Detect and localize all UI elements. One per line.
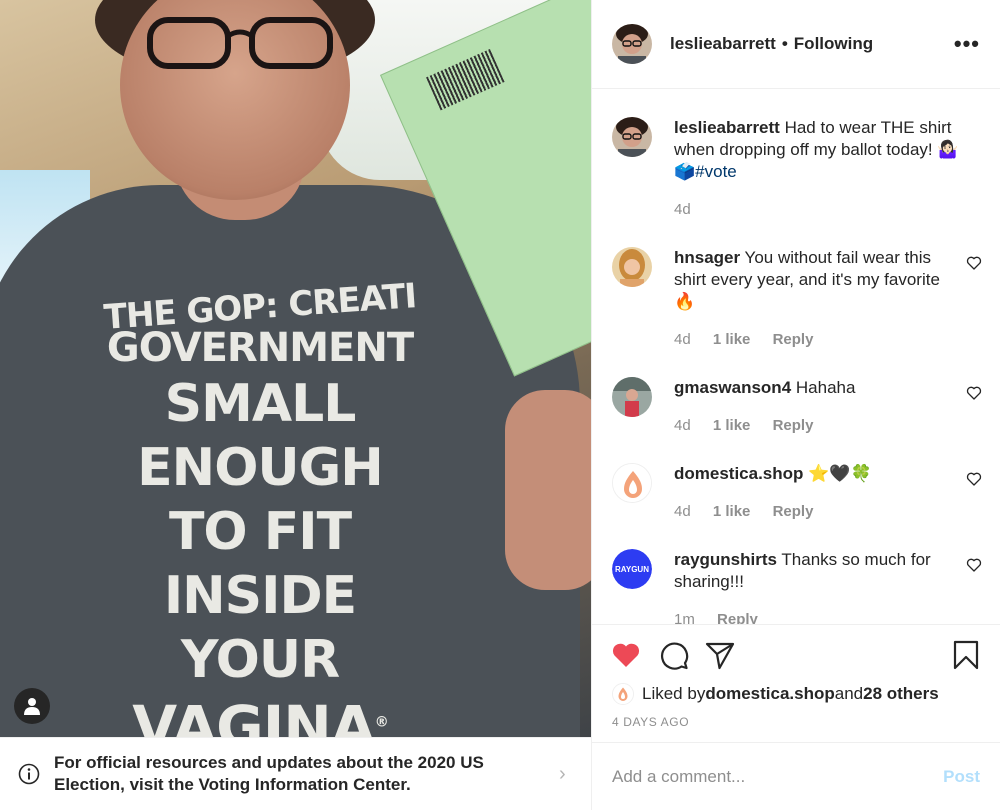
separator-dot: • (781, 34, 788, 53)
add-comment-bar: Post (592, 742, 1000, 810)
comment-username[interactable]: gmaswanson4 (674, 378, 791, 397)
hashtag-link[interactable]: #vote (695, 162, 737, 181)
caption: leslieabarrett Had to wear THE shirt whe… (612, 117, 982, 227)
comment-input[interactable] (612, 766, 944, 787)
reply-button[interactable]: Reply (773, 503, 814, 520)
shirt-line: SMALL (164, 374, 357, 434)
comment-text: domestica.shop ⭐️🖤🍀 (674, 463, 959, 485)
post-header: leslieabarrett • Following ••• (592, 0, 1000, 89)
follow-button[interactable]: Following (794, 34, 873, 54)
more-icon[interactable]: ••• (954, 31, 980, 57)
user-tag-icon[interactable] (14, 688, 50, 724)
shirt-line: INSIDE (163, 566, 357, 626)
arm (505, 390, 591, 590)
shirt-line: VAGINA® (60, 698, 460, 737)
shirt-line: TO FIT (168, 502, 352, 562)
comment-heart-icon[interactable] (966, 557, 982, 573)
chevron-right-icon: › (559, 762, 566, 785)
caption-username[interactable]: leslieabarrett (674, 118, 780, 137)
comment-time[interactable]: 4d (674, 331, 691, 348)
comment-item: domestica.shop ⭐️🖤🍀 4d 1 like Reply (612, 463, 982, 523)
comment-text: hnsager You without fail wear this shirt… (674, 247, 959, 313)
commenter-avatar[interactable] (612, 463, 652, 503)
comment-username[interactable]: domestica.shop (674, 464, 803, 483)
likes-middle: and (834, 684, 864, 703)
post-side-panel: leslieabarrett • Following ••• leslieaba… (591, 0, 1000, 810)
comment-meta: 4d 1 like Reply (674, 331, 831, 348)
reply-button[interactable]: Reply (717, 611, 758, 624)
comment-heart-icon[interactable] (966, 471, 982, 487)
comment-text: raygunshirts Thanks so much for sharing!… (674, 549, 959, 593)
comment-time[interactable]: 4d (674, 417, 691, 434)
heart-icon[interactable] (610, 639, 642, 671)
comment-icon[interactable] (658, 639, 690, 671)
comment-item: hnsager You without fail wear this shirt… (612, 247, 982, 348)
likes-others[interactable]: 28 others (863, 684, 939, 704)
reply-button[interactable]: Reply (773, 331, 814, 348)
comment-likes[interactable]: 1 like (713, 503, 751, 520)
glasses (147, 17, 333, 69)
comments-list[interactable]: leslieabarrett Had to wear THE shirt whe… (592, 90, 1000, 624)
envelope-barcode (425, 49, 505, 111)
shirt-line: YOUR (180, 630, 340, 690)
author-avatar[interactable] (612, 24, 652, 64)
commenter-avatar[interactable] (612, 247, 652, 287)
shirt-line-text: VAGINA (132, 693, 375, 737)
commenter-avatar[interactable] (612, 377, 652, 417)
likes-summary[interactable]: Liked by domestica.shop and 28 others (612, 683, 939, 705)
comment-item: gmaswanson4 Hahaha 4d 1 like Reply (612, 377, 982, 437)
info-icon (18, 763, 40, 785)
caption-time[interactable]: 4d (674, 201, 691, 218)
comment-heart-icon[interactable] (966, 255, 982, 271)
post-comment-button[interactable]: Post (943, 767, 980, 787)
author-username[interactable]: leslieabarrett (670, 34, 776, 54)
post-photo[interactable]: THE GOP: CREATI GOVERNMENT SMALL ENOUGH … (0, 0, 591, 737)
caption-meta: 4d (674, 201, 709, 218)
comment-likes[interactable]: 1 like (713, 417, 751, 434)
ballot-emoji: 🗳️ (674, 162, 696, 181)
shirt-slogan: THE GOP: CREATI GOVERNMENT SMALL ENOUGH … (60, 276, 460, 737)
action-bar (610, 639, 982, 671)
comment-username[interactable]: hnsager (674, 248, 740, 267)
banner-text: For official resources and updates about… (54, 753, 484, 794)
comment-time[interactable]: 1m (674, 611, 695, 624)
comment-time[interactable]: 4d (674, 503, 691, 520)
commenter-avatar[interactable]: RAYGUN (612, 549, 652, 589)
comment-heart-icon[interactable] (966, 385, 982, 401)
comment-item: RAYGUN raygunshirts Thanks so much for s… (612, 549, 982, 624)
caption-avatar[interactable] (612, 117, 652, 157)
post-actions: Liked by domestica.shop and 28 others 4 … (592, 624, 1000, 742)
comment-likes[interactable]: 1 like (713, 331, 751, 348)
liker-username[interactable]: domestica.shop (705, 684, 834, 704)
comment-username[interactable]: raygunshirts (674, 550, 777, 569)
voting-info-banner[interactable]: For official resources and updates about… (0, 737, 591, 810)
raygun-logo: RAYGUN (612, 549, 652, 589)
post-timestamp[interactable]: 4 DAYS AGO (612, 715, 689, 729)
share-icon[interactable] (704, 639, 736, 671)
reply-button[interactable]: Reply (773, 417, 814, 434)
shirt-line: ENOUGH (137, 438, 384, 498)
likes-prefix: Liked by (642, 684, 706, 703)
comment-body: Hahaha (791, 378, 856, 397)
comment-meta: 4d 1 like Reply (674, 503, 831, 520)
liker-avatar (612, 683, 634, 705)
caption-text: leslieabarrett Had to wear THE shirt whe… (674, 117, 959, 183)
comment-text: gmaswanson4 Hahaha (674, 377, 959, 399)
comment-meta: 4d 1 like Reply (674, 417, 831, 434)
registered-mark: ® (374, 714, 389, 731)
bookmark-icon[interactable] (950, 639, 982, 671)
comment-body: ⭐️🖤🍀 (803, 464, 872, 483)
comment-meta: 1m Reply (674, 611, 776, 624)
